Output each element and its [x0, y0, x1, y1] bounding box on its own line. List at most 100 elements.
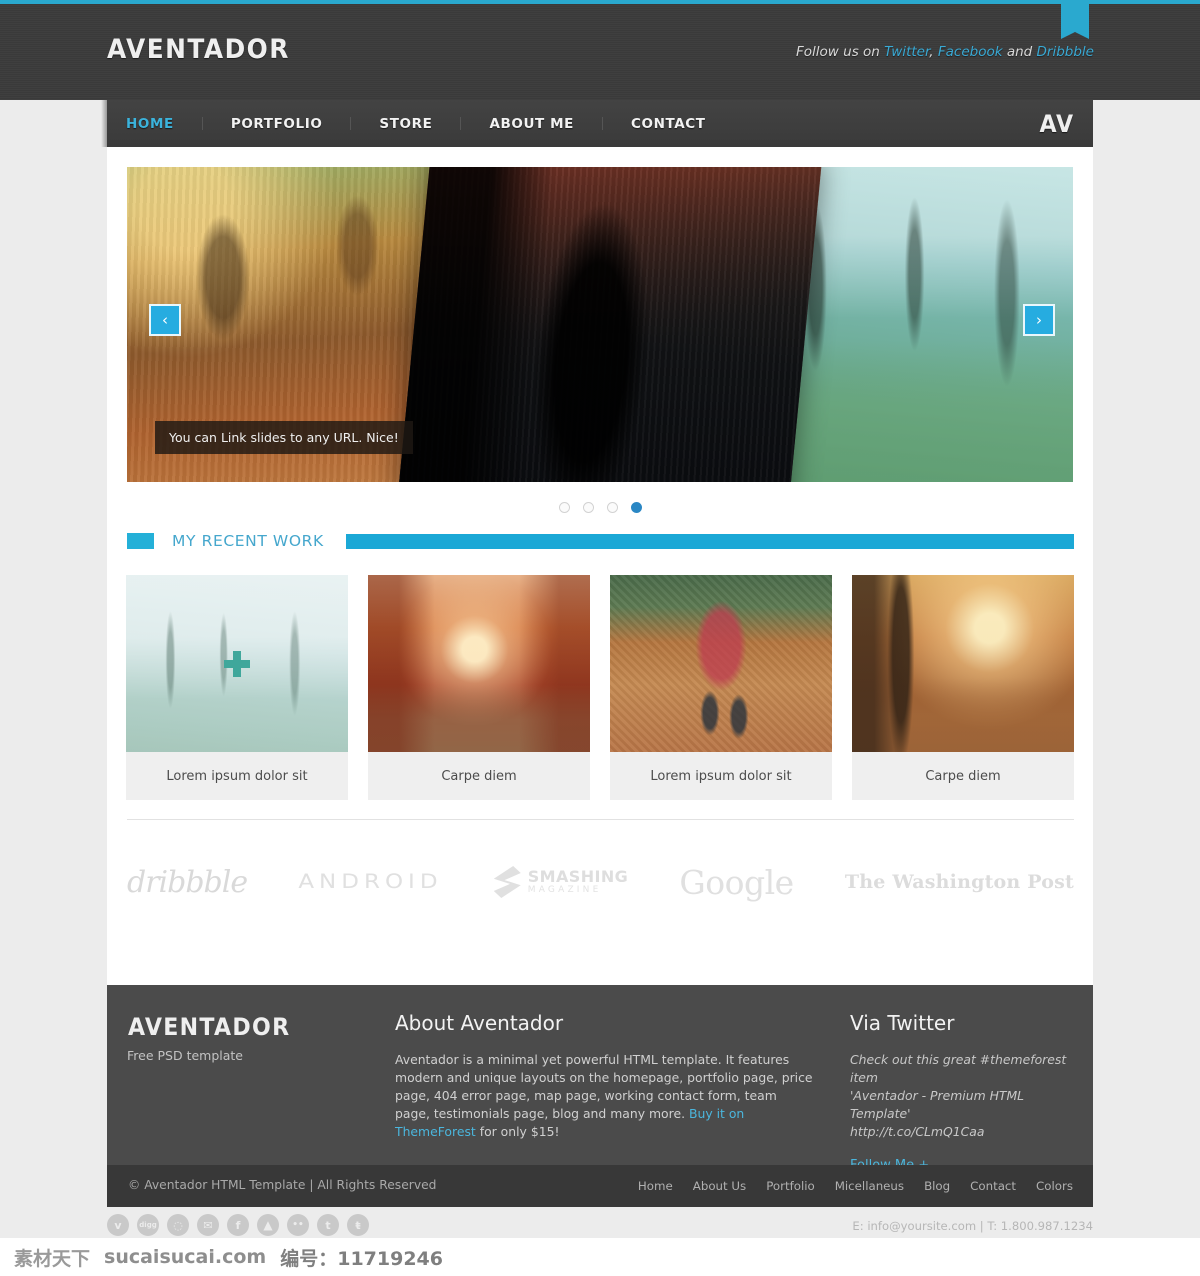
- portfolio-caption: Lorem ipsum dolor sit: [610, 752, 832, 800]
- footer-link-blog[interactable]: Blog: [924, 1179, 950, 1193]
- footer-bottom-bar: © Aventador HTML Template | All Rights R…: [107, 1165, 1093, 1207]
- footer-logo: AVENTADOR: [128, 1013, 291, 1041]
- slider-dot-4[interactable]: [630, 502, 642, 513]
- slider-pagination: [107, 502, 1093, 513]
- left-gutter: [0, 0, 107, 1207]
- chevron-right-icon: ›: [1036, 310, 1042, 329]
- recent-work-heading: MY RECENT WORK: [127, 532, 1074, 550]
- section-divider: [127, 819, 1074, 820]
- footer-tagline: Free PSD template: [127, 1048, 243, 1063]
- follow-sep-1: ,: [929, 44, 938, 60]
- follow-us-text: Follow us on Twitter, Facebook and Dribb…: [796, 44, 1094, 60]
- follow-link-facebook[interactable]: Facebook: [938, 44, 1003, 60]
- footer-about-text: Aventador is a minimal yet powerful HTML…: [395, 1051, 815, 1141]
- footer-link-about-us[interactable]: About Us: [693, 1179, 746, 1193]
- portfolio-thumbnail[interactable]: [852, 575, 1074, 752]
- tumblr-icon[interactable]: t: [317, 1214, 339, 1236]
- page-root: AVENTADOR Follow us on Twitter, Facebook…: [0, 0, 1200, 1276]
- footer-nav: Home About Us Portfolio Micellaneus Blog…: [638, 1179, 1073, 1193]
- portfolio-card[interactable]: Lorem ipsum dolor sit: [126, 575, 348, 800]
- portfolio-caption: Carpe diem: [368, 752, 590, 800]
- portfolio-caption: Lorem ipsum dolor sit: [126, 752, 348, 800]
- portfolio-thumbnail[interactable]: [368, 575, 590, 752]
- footer-link-colors[interactable]: Colors: [1036, 1179, 1073, 1193]
- tweet-url[interactable]: http://t.co/CLmQ1Caa: [850, 1123, 1080, 1141]
- site-header: AVENTADOR Follow us on Twitter, Facebook…: [0, 0, 1200, 100]
- hero-slider[interactable]: ‹ › You can Link slides to any URL. Nice…: [127, 167, 1073, 482]
- footer-link-portfolio[interactable]: Portfolio: [766, 1179, 815, 1193]
- portfolio-grid: Lorem ipsum dolor sit Carpe diem Lorem i…: [126, 575, 1074, 800]
- footer-link-home[interactable]: Home: [638, 1179, 673, 1193]
- nav-divider: [350, 117, 352, 130]
- slider-dot-2[interactable]: [582, 502, 594, 513]
- site-footer: AVENTADOR Free PSD template About Aventa…: [107, 985, 1093, 1173]
- tweet-line-1: Check out this great #themeforest item: [850, 1052, 1067, 1085]
- client-dribbble-logo: dribbble: [127, 864, 248, 900]
- client-android-logo: ANDROID: [298, 870, 443, 894]
- portfolio-card[interactable]: Carpe diem: [852, 575, 1074, 800]
- nav-item-store[interactable]: STORE: [379, 116, 432, 132]
- nav-divider: [460, 117, 462, 130]
- slider-next-button[interactable]: ›: [1023, 304, 1055, 336]
- nav-item-about-me[interactable]: ABOUT ME: [489, 116, 574, 132]
- watermark-bar: 素材天下 sucaisucai.com 编号：11719246: [0, 1238, 1200, 1276]
- smashing-mark-icon: [493, 866, 521, 898]
- heading-marker-icon: [127, 533, 154, 549]
- slider-prev-button[interactable]: ‹: [149, 304, 181, 336]
- nav-monogram: AV: [1039, 109, 1075, 138]
- footer-link-contact[interactable]: Contact: [970, 1179, 1016, 1193]
- site-logo: AVENTADOR: [107, 34, 290, 65]
- facebook-icon[interactable]: f: [227, 1214, 249, 1236]
- tweet-line-2: 'Aventador - Premium HTML Template': [850, 1088, 1025, 1121]
- portfolio-thumbnail[interactable]: [126, 575, 348, 752]
- follow-link-twitter[interactable]: Twitter: [884, 44, 929, 60]
- main-navigation: HOME PORTFOLIO STORE ABOUT ME CONTACT AV: [107, 100, 1093, 147]
- follow-prefix: Follow us on: [796, 44, 885, 60]
- nav-item-contact[interactable]: CONTACT: [631, 116, 706, 132]
- forrst-icon[interactable]: ▲: [257, 1214, 279, 1236]
- copyright-text: © Aventador HTML Template | All Rights R…: [128, 1178, 437, 1192]
- watermark-brand: 素材天下: [14, 1247, 91, 1270]
- slide-caption: You can Link slides to any URL. Nice!: [155, 421, 413, 454]
- portfolio-card[interactable]: Lorem ipsum dolor sit: [610, 575, 832, 800]
- client-washington-post-logo: The Washington Post: [844, 871, 1074, 893]
- footer-about-heading: About Aventador: [395, 1011, 564, 1035]
- dribbble-icon[interactable]: ◌: [167, 1214, 189, 1236]
- footer-link-micellaneus[interactable]: Micellaneus: [835, 1179, 904, 1193]
- chevron-left-icon: ‹: [162, 310, 168, 329]
- nav-item-portfolio[interactable]: PORTFOLIO: [231, 116, 323, 132]
- follow-sep-2: and: [1002, 44, 1037, 60]
- smashing-line-1: SMASHING: [527, 866, 629, 886]
- client-smashing-logo: SMASHING MAGAZINE: [493, 866, 629, 898]
- slider-dot-3[interactable]: [606, 502, 618, 513]
- about-text-part1: Aventador is a minimal yet powerful HTML…: [395, 1052, 813, 1121]
- email-icon[interactable]: ✉: [197, 1214, 219, 1236]
- portfolio-thumbnail[interactable]: [610, 575, 832, 752]
- nav-divider: [602, 117, 603, 130]
- portfolio-caption: Carpe diem: [852, 752, 1074, 800]
- portfolio-card[interactable]: Carpe diem: [368, 575, 590, 800]
- client-logos: dribbble ANDROID SMASHING MAGAZINE Googl…: [127, 847, 1074, 917]
- watermark-number: 编号：11719246: [280, 1247, 443, 1270]
- footer-about-column: About Aventador Aventador is a minimal y…: [395, 1011, 815, 1141]
- about-text-part2: for only $15!: [475, 1124, 560, 1139]
- footer-twitter-column: Via Twitter Check out this great #themef…: [850, 1011, 1080, 1173]
- twitter-icon[interactable]: ŧ: [347, 1214, 369, 1236]
- smashing-line-2: MAGAZINE: [527, 884, 602, 895]
- vimeo-icon[interactable]: v: [107, 1214, 129, 1236]
- nav-item-home[interactable]: HOME: [126, 116, 174, 132]
- follow-link-dribbble[interactable]: Dribbble: [1037, 44, 1094, 60]
- social-icon-list: v digg ◌ ✉ f ▲ •• t ŧ: [107, 1214, 369, 1236]
- slider-dot-1[interactable]: [558, 502, 570, 513]
- plus-icon: [224, 650, 250, 677]
- download-ribbon[interactable]: [1061, 4, 1089, 39]
- content-stage: ‹ › You can Link slides to any URL. Nice…: [107, 147, 1093, 985]
- footer-tweet: Check out this great #themeforest item '…: [850, 1051, 1080, 1141]
- slide-layer-center: [398, 167, 822, 482]
- digg-icon[interactable]: digg: [137, 1214, 159, 1236]
- recent-work-title: MY RECENT WORK: [172, 532, 324, 550]
- contact-info: E: info@yoursite.com | T: 1.800.987.1234: [852, 1219, 1093, 1233]
- flickr-icon[interactable]: ••: [287, 1214, 309, 1236]
- client-google-logo: Google: [679, 862, 794, 902]
- right-gutter: [1093, 0, 1200, 1207]
